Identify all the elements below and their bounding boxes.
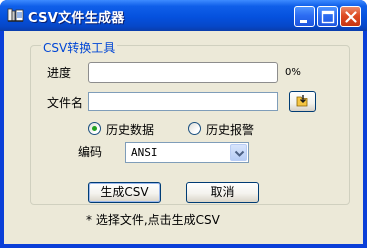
generate-csv-button[interactable]: 生成CSV bbox=[88, 182, 161, 203]
group-title: CSV转换工具 bbox=[41, 39, 118, 56]
encoding-label: 编码 bbox=[78, 145, 103, 159]
encoding-value: ANSI bbox=[131, 146, 158, 159]
progress-label: 进度 bbox=[47, 66, 72, 80]
app-icon bbox=[7, 7, 25, 23]
window-title: CSV文件生成器 bbox=[28, 11, 125, 26]
cancel-button[interactable]: 取消 bbox=[186, 182, 259, 203]
radio-history-alarm-label[interactable]: 历史报警 bbox=[206, 121, 254, 138]
folder-open-icon bbox=[296, 95, 308, 107]
encoding-select[interactable]: ANSI bbox=[125, 142, 249, 163]
radio-history-data-label[interactable]: 历史数据 bbox=[106, 121, 154, 138]
close-icon bbox=[345, 11, 357, 23]
minimize-button[interactable] bbox=[294, 6, 315, 27]
filename-input[interactable] bbox=[88, 92, 278, 111]
radio-history-alarm[interactable] bbox=[188, 122, 201, 135]
progress-percent: 0% bbox=[285, 67, 301, 78]
app-window: CSV文件生成器 CSV转换工具 进度 0% 文件名 历史数据 历史报警 编码 … bbox=[0, 0, 367, 248]
radio-history-data[interactable] bbox=[88, 122, 101, 135]
browse-file-button[interactable] bbox=[289, 91, 316, 112]
chevron-down-icon bbox=[234, 150, 245, 157]
minimize-icon bbox=[300, 20, 307, 23]
dialog-body: CSV转换工具 进度 0% 文件名 历史数据 历史报警 编码 ANSI 生成CS… bbox=[4, 31, 363, 244]
dropdown-button[interactable] bbox=[230, 144, 247, 161]
maximize-icon bbox=[321, 10, 335, 24]
progress-bar bbox=[88, 62, 278, 83]
hint-text: * 选择文件,点击生成CSV bbox=[86, 213, 220, 227]
filename-label: 文件名 bbox=[47, 96, 84, 110]
maximize-button[interactable] bbox=[317, 6, 338, 27]
title-bar[interactable]: CSV文件生成器 bbox=[0, 0, 367, 31]
close-button[interactable] bbox=[340, 6, 361, 27]
radio-selected-dot bbox=[92, 126, 97, 131]
